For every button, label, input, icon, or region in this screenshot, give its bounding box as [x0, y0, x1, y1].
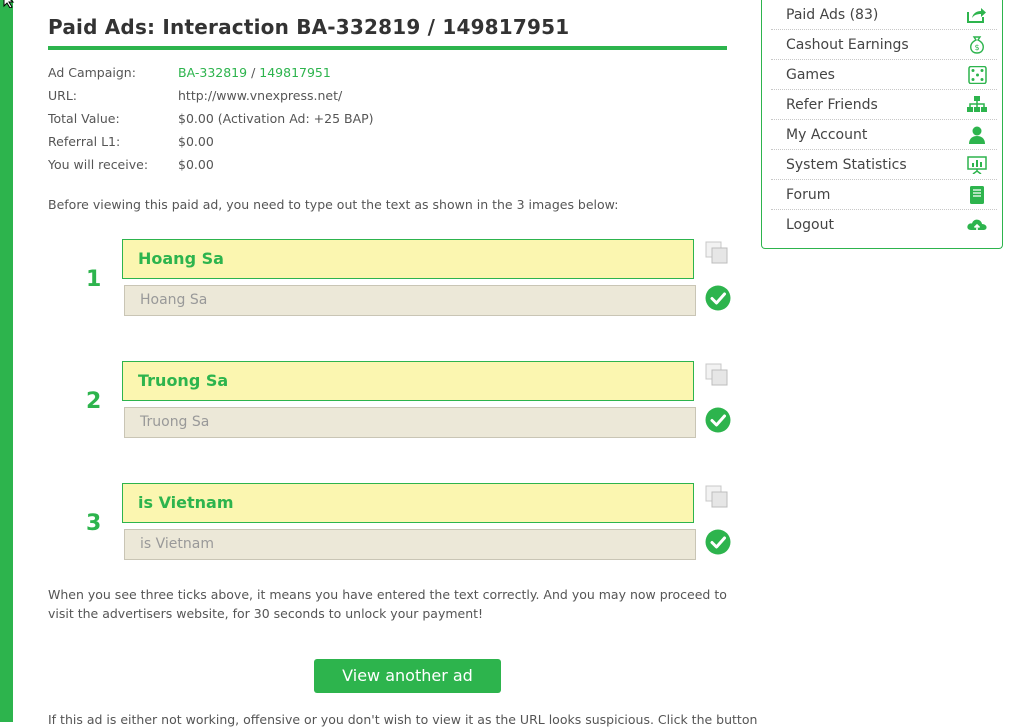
- svg-text:$: $: [974, 43, 979, 52]
- captcha-image: is Vietnam: [122, 483, 694, 523]
- sidebar-item-statistics[interactable]: System Statistics: [771, 150, 997, 180]
- captcha-block-1: 1 Hoang Sa Hoang Sa: [80, 239, 740, 319]
- receive-value: $0.00: [178, 157, 214, 172]
- captcha-block-3: 3 is Vietnam is Vietnam: [80, 483, 740, 563]
- copy-icon[interactable]: [705, 241, 729, 265]
- sidebar-item-cashout[interactable]: Cashout Earnings $: [771, 30, 997, 60]
- checkmark-icon: [705, 285, 731, 311]
- sitemap-icon: [967, 96, 987, 112]
- info-row-receive: You will receive: $0.00: [48, 156, 374, 179]
- view-another-ad-button[interactable]: View another ad: [314, 659, 501, 693]
- info-row-url: URL: http://www.vnexpress.net/: [48, 87, 374, 110]
- captcha-input[interactable]: Hoang Sa: [124, 285, 696, 316]
- info-label: Total Value:: [48, 111, 120, 126]
- left-accent-bar: [0, 0, 13, 722]
- info-value: BA-332819 / 149817951: [178, 64, 331, 87]
- money-bag-icon: $: [970, 36, 984, 54]
- user-icon: [969, 126, 985, 144]
- sidebar-item-label: Forum: [786, 187, 831, 203]
- presentation-icon: [967, 156, 987, 174]
- captcha-image: Truong Sa: [122, 361, 694, 401]
- sidebar-item-logout[interactable]: Logout: [771, 210, 997, 240]
- instructions-notice: When you see three ticks above, it means…: [48, 587, 727, 621]
- campaign-id-link[interactable]: BA-332819: [178, 65, 247, 80]
- page-title: Paid Ads: Interaction BA-332819 / 149817…: [48, 14, 727, 50]
- sidebar-item-forum[interactable]: Forum: [771, 180, 997, 210]
- total-value: $0.00 (Activation Ad: +25 BAP): [178, 111, 374, 126]
- sidebar-item-label: Games: [786, 67, 835, 83]
- copy-icon[interactable]: [705, 485, 729, 509]
- info-row-referral: Referral L1: $0.00: [48, 133, 374, 156]
- sidebar-item-games[interactable]: Games: [771, 60, 997, 90]
- info-row-total: Total Value: $0.00 (Activation Ad: +25 B…: [48, 110, 374, 133]
- book-icon: [970, 186, 984, 204]
- sidebar-item-label: My Account: [786, 127, 868, 143]
- sidebar-item-label: Refer Friends: [786, 97, 878, 113]
- info-label: Ad Campaign:: [48, 65, 136, 80]
- captcha-input[interactable]: is Vietnam: [124, 529, 696, 560]
- captcha-number: 1: [86, 267, 102, 292]
- url-value: http://www.vnexpress.net/: [178, 88, 343, 103]
- info-label: You will receive:: [48, 157, 149, 172]
- captcha-number: 2: [86, 389, 102, 414]
- ad-info-table: Ad Campaign: BA-332819 / 149817951 URL: …: [48, 64, 374, 179]
- campaign-number-link[interactable]: 149817951: [259, 65, 331, 80]
- sidebar-item-label: Cashout Earnings: [786, 37, 909, 53]
- sidebar-item-label: Paid Ads (83): [786, 7, 879, 23]
- sidebar-menu: Paid Ads (83) Cashout Earnings $ Games R…: [761, 0, 1003, 249]
- info-label: Referral L1:: [48, 134, 121, 149]
- sidebar-item-paid-ads[interactable]: Paid Ads (83): [771, 0, 997, 30]
- sidebar-item-label: Logout: [786, 217, 834, 233]
- sidebar-item-account[interactable]: My Account: [771, 120, 997, 150]
- sidebar-item-label: System Statistics: [786, 157, 907, 173]
- checkmark-icon: [705, 529, 731, 555]
- captcha-input[interactable]: Truong Sa: [124, 407, 696, 438]
- captcha-number: 3: [86, 511, 102, 536]
- mouse-cursor-icon: [3, 0, 15, 8]
- referral-value: $0.00: [178, 134, 214, 149]
- cloud-upload-icon: [967, 219, 987, 231]
- report-ad-text: If this ad is either not working, offens…: [48, 712, 758, 727]
- copy-icon[interactable]: [705, 363, 729, 387]
- info-row-campaign: Ad Campaign: BA-332819 / 149817951: [48, 64, 374, 87]
- info-label: URL:: [48, 88, 78, 103]
- captcha-instructions: Before viewing this paid ad, you need to…: [48, 197, 619, 212]
- captcha-image: Hoang Sa: [122, 239, 694, 279]
- campaign-separator: /: [247, 65, 260, 80]
- checkmark-icon: [705, 407, 731, 433]
- share-icon: [967, 8, 986, 23]
- dice-icon: [968, 66, 987, 84]
- captcha-block-2: 2 Truong Sa Truong Sa: [80, 361, 740, 441]
- sidebar-item-refer[interactable]: Refer Friends: [771, 90, 997, 120]
